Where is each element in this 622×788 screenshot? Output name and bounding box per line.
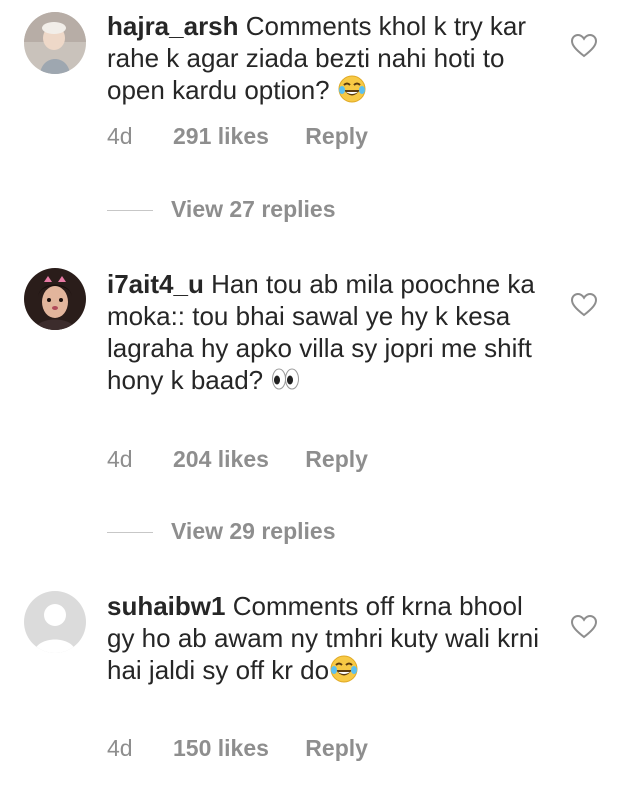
avatar-placeholder[interactable] (24, 591, 86, 653)
username-link[interactable]: hajra_arsh (107, 11, 239, 41)
username-link[interactable]: suhaibw1 (107, 591, 225, 621)
comment-meta: 4d 150 likes Reply (107, 735, 368, 762)
reply-button[interactable]: Reply (305, 123, 368, 149)
like-heart-icon[interactable] (570, 614, 598, 640)
username-link[interactable]: i7ait4_u (107, 269, 204, 299)
avatar[interactable] (24, 268, 86, 330)
tears-of-joy-emoji-icon (329, 654, 359, 684)
replies-divider (107, 532, 153, 534)
comment-text: i7ait4_u Han tou ab mila poochne ka moka… (107, 268, 547, 396)
view-replies-button[interactable]: View 29 replies (107, 518, 336, 545)
reply-button[interactable]: Reply (305, 735, 368, 761)
replies-divider (107, 210, 153, 212)
comment-timestamp: 4d (107, 123, 133, 149)
eyes-emoji-icon (270, 364, 300, 394)
tears-of-joy-emoji-icon (337, 74, 367, 104)
like-heart-icon[interactable] (570, 292, 598, 318)
comment-text: suhaibw1 Comments off krna bhool gy ho a… (107, 590, 547, 686)
avatar[interactable] (24, 12, 86, 74)
comment-meta: 4d 204 likes Reply (107, 446, 368, 473)
comment-timestamp: 4d (107, 735, 133, 761)
likes-count[interactable]: 150 likes (173, 735, 269, 761)
view-replies-label: View 27 replies (171, 196, 336, 222)
comment-text: hajra_arsh Comments khol k try kar rahe … (107, 10, 547, 106)
view-replies-label: View 29 replies (171, 518, 336, 544)
likes-count[interactable]: 291 likes (173, 123, 269, 149)
like-heart-icon[interactable] (570, 33, 598, 59)
likes-count[interactable]: 204 likes (173, 446, 269, 472)
comment-meta: 4d 291 likes Reply (107, 123, 368, 150)
view-replies-button[interactable]: View 27 replies (107, 196, 336, 223)
reply-button[interactable]: Reply (305, 446, 368, 472)
comment-timestamp: 4d (107, 446, 133, 472)
